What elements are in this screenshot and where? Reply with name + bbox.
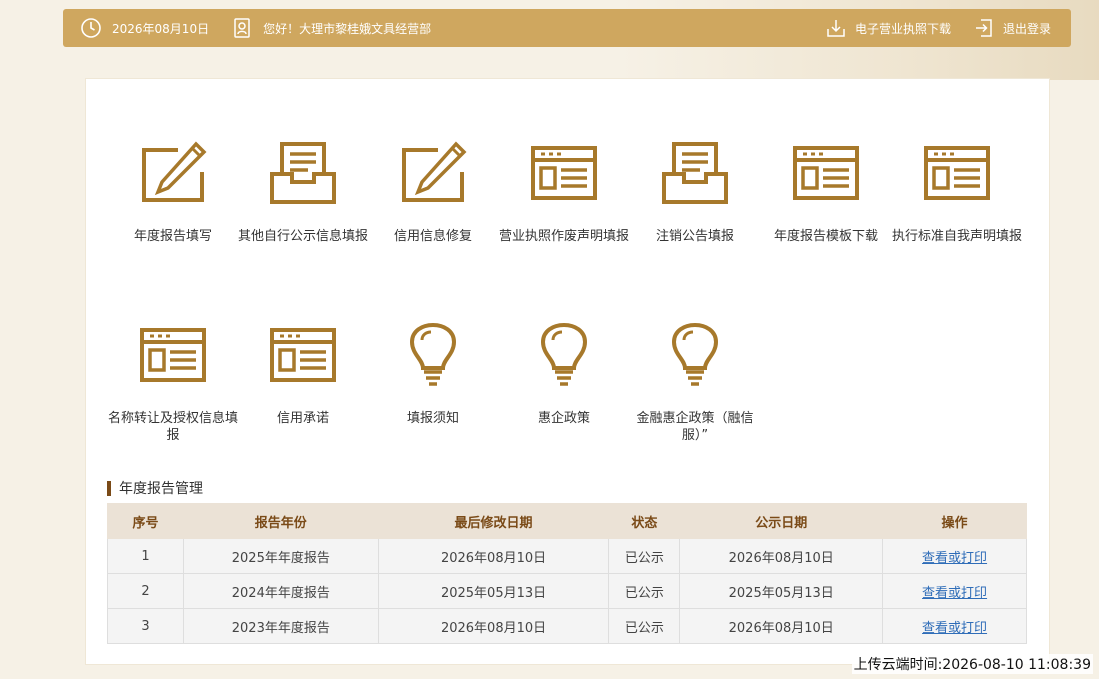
tile-name-transfer-authorization[interactable]: 名称转让及授权信息填报 bbox=[108, 322, 238, 444]
view-print-link[interactable]: 查看或打印 bbox=[922, 621, 987, 636]
lightbulb-icon bbox=[671, 322, 719, 386]
browser-window-icon bbox=[531, 146, 597, 200]
section-title-text: 年度报告管理 bbox=[119, 481, 203, 497]
cell-publish: 2026年08月10日 bbox=[679, 538, 884, 574]
clock-icon bbox=[80, 17, 102, 39]
cell-year: 2023年年度报告 bbox=[182, 608, 379, 644]
license-download-link[interactable]: 电子营业执照下载 bbox=[825, 17, 951, 39]
logout-link[interactable]: 退出登录 bbox=[973, 17, 1051, 39]
cell-publish: 2025年05月13日 bbox=[679, 573, 884, 609]
tile-credit-repair[interactable]: 信用信息修复 bbox=[368, 140, 498, 245]
pencil-form-icon bbox=[142, 141, 207, 202]
tile-annual-report-fill[interactable]: 年度报告填写 bbox=[108, 140, 238, 245]
col-header-action: 操作 bbox=[882, 503, 1027, 539]
tile-label: 年度报告模板下载 bbox=[773, 229, 878, 244]
tile-filing-notice[interactable]: 填报须知 bbox=[368, 322, 498, 427]
logout-icon bbox=[973, 17, 995, 39]
tile-other-disclosure[interactable]: 其他自行公示信息填报 bbox=[238, 140, 368, 245]
tile-credit-commitment[interactable]: 信用承诺 bbox=[238, 322, 368, 427]
tile-standard-self-declaration[interactable]: 执行标准自我声明填报 bbox=[892, 140, 1022, 245]
cell-status: 已公示 bbox=[608, 538, 681, 574]
tile-label: 年度报告填写 bbox=[133, 229, 212, 244]
cell-year: 2024年年度报告 bbox=[182, 573, 379, 609]
tile-license-void-statement[interactable]: 营业执照作废声明填报 bbox=[499, 140, 629, 245]
tile-label: 注销公告填报 bbox=[655, 229, 734, 244]
upload-time-stamp: 上传云端时间:2026-08-10 11:08:39 bbox=[851, 654, 1093, 674]
tile-label: 信用信息修复 bbox=[393, 229, 472, 244]
tile-label: 营业执照作废声明填报 bbox=[499, 229, 630, 244]
lightbulb-icon bbox=[409, 322, 457, 386]
tile-label: 惠企政策 bbox=[537, 411, 590, 426]
tile-financial-policy[interactable]: 金融惠企政策（融信服）” bbox=[630, 322, 760, 444]
view-print-link[interactable]: 查看或打印 bbox=[922, 586, 987, 601]
cell-modified: 2026年08月10日 bbox=[377, 538, 610, 574]
cell-no: 3 bbox=[107, 608, 184, 644]
tile-label: 信用承诺 bbox=[276, 411, 329, 426]
annual-report-table: 序号 报告年份 最后修改日期 状态 公示日期 操作 1 2025年年度报告 20… bbox=[107, 503, 1027, 644]
browser-window-icon bbox=[270, 328, 336, 382]
cell-modified: 2026年08月10日 bbox=[377, 608, 610, 644]
download-icon bbox=[825, 17, 847, 39]
table-row: 2 2024年年度报告 2025年05月13日 已公示 2025年05月13日 … bbox=[107, 573, 1027, 609]
tile-report-template-download[interactable]: 年度报告模板下载 bbox=[761, 140, 891, 245]
logout-label: 退出登录 bbox=[1002, 21, 1051, 36]
col-header-no: 序号 bbox=[107, 503, 184, 539]
cell-action: 查看或打印 bbox=[882, 608, 1027, 644]
tile-cancellation-notice[interactable]: 注销公告填报 bbox=[630, 140, 760, 245]
document-tray-icon bbox=[270, 142, 336, 204]
browser-window-icon bbox=[140, 328, 206, 382]
document-tray-icon bbox=[662, 142, 728, 204]
cell-year: 2025年年度报告 bbox=[182, 538, 379, 574]
tile-label: 名称转让及授权信息填报 bbox=[108, 411, 239, 443]
browser-window-icon bbox=[793, 146, 859, 200]
cell-action: 查看或打印 bbox=[882, 538, 1027, 574]
license-download-label: 电子营业执照下载 bbox=[854, 21, 951, 36]
lightbulb-icon bbox=[540, 322, 588, 386]
col-header-status: 状态 bbox=[608, 503, 681, 539]
pencil-form-icon bbox=[402, 141, 467, 202]
col-header-year: 报告年份 bbox=[182, 503, 379, 539]
user-badge-icon bbox=[231, 17, 253, 39]
cell-no: 2 bbox=[107, 573, 184, 609]
cell-publish: 2026年08月10日 bbox=[679, 608, 884, 644]
cell-status: 已公示 bbox=[608, 573, 681, 609]
cell-action: 查看或打印 bbox=[882, 573, 1027, 609]
cell-modified: 2025年05月13日 bbox=[377, 573, 610, 609]
greeting-text: 您好！大理市黎桂娥文具经营部 bbox=[263, 21, 432, 36]
table-row: 3 2023年年度报告 2026年08月10日 已公示 2026年08月10日 … bbox=[107, 608, 1027, 644]
view-print-link[interactable]: 查看或打印 bbox=[922, 551, 987, 566]
annual-report-section-title: 年度报告管理 bbox=[107, 478, 203, 498]
browser-window-icon bbox=[924, 146, 990, 200]
cell-no: 1 bbox=[107, 538, 184, 574]
current-date: 2026年08月10日 bbox=[112, 21, 210, 36]
table-header-row: 序号 报告年份 最后修改日期 状态 公示日期 操作 bbox=[107, 503, 1027, 539]
tile-label: 填报须知 bbox=[406, 411, 459, 426]
tile-enterprise-policy[interactable]: 惠企政策 bbox=[499, 322, 629, 427]
top-bar: 2026年08月10日 您好！大理市黎桂娥文具经营部 电子营业执照下载 退出登录 bbox=[63, 9, 1071, 47]
col-header-modified: 最后修改日期 bbox=[377, 503, 610, 539]
section-marker bbox=[107, 480, 111, 496]
cell-status: 已公示 bbox=[608, 608, 681, 644]
tile-label: 执行标准自我声明填报 bbox=[892, 229, 1023, 244]
tile-label: 其他自行公示信息填报 bbox=[238, 229, 369, 244]
table-row: 1 2025年年度报告 2026年08月10日 已公示 2026年08月10日 … bbox=[107, 538, 1027, 574]
col-header-publish: 公示日期 bbox=[679, 503, 884, 539]
tile-label: 金融惠企政策（融信服）” bbox=[636, 411, 754, 443]
